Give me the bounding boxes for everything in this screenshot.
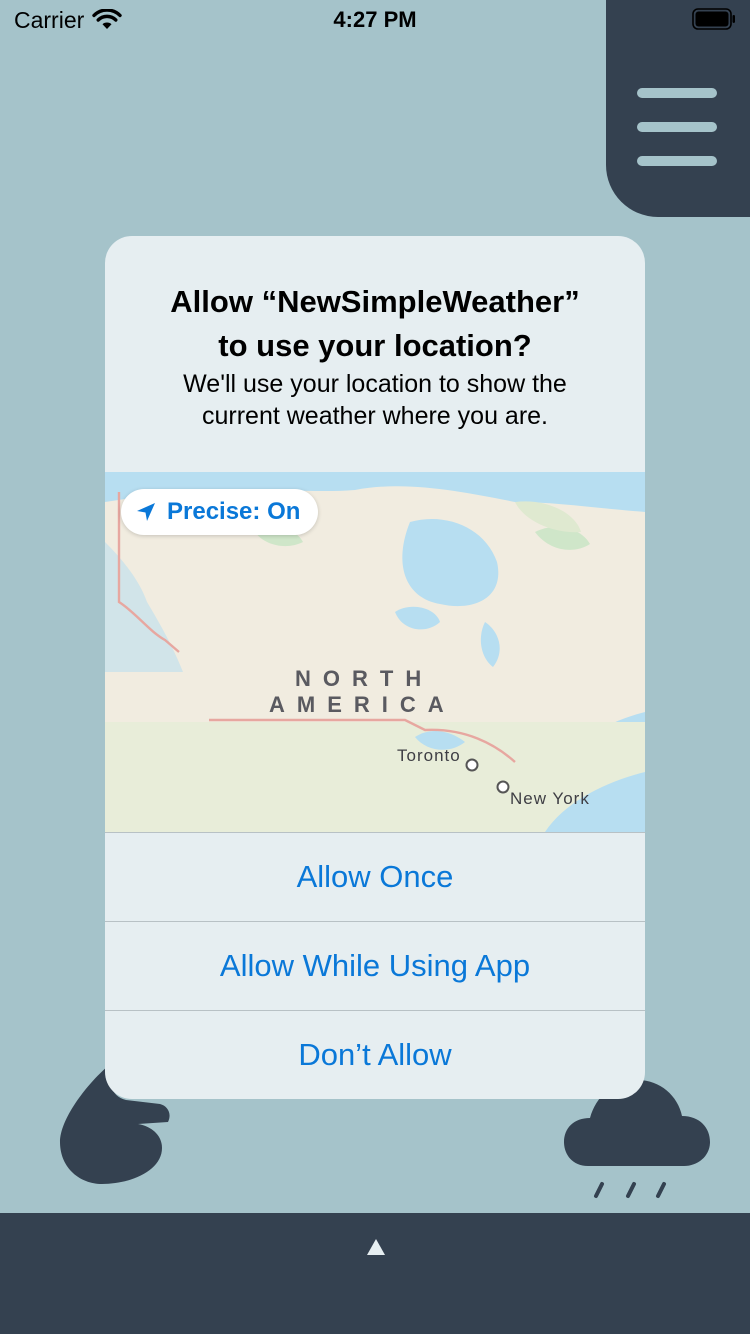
location-map: Precise: On NORTH AMERICA Toronto New Yo…	[105, 472, 645, 832]
map-city-label: New York	[510, 789, 590, 808]
battery-icon	[692, 8, 736, 30]
alert-title: Allow “NewSimpleWeather” to use your loc…	[170, 284, 580, 363]
allow-once-button[interactable]: Allow Once	[105, 832, 645, 921]
alert-message: We'll use your location to show the curr…	[183, 370, 567, 430]
map-region-label: NORTH	[295, 666, 434, 691]
location-permission-alert: Allow “NewSimpleWeather” to use your loc…	[105, 236, 645, 1099]
allow-while-using-app-button[interactable]: Allow While Using App	[105, 921, 645, 1010]
hamburger-line	[637, 156, 717, 166]
hamburger-line	[637, 88, 717, 98]
alert-actions: Allow Once Allow While Using App Don’t A…	[105, 832, 645, 1099]
status-bar: Carrier 4:27 PM	[0, 0, 750, 40]
hamburger-icon[interactable]	[637, 88, 717, 166]
hamburger-line	[637, 122, 717, 132]
precise-label: Precise: On	[167, 498, 301, 525]
dont-allow-button[interactable]: Don’t Allow	[105, 1010, 645, 1099]
map-city-label: Toronto	[397, 746, 461, 765]
precise-location-toggle[interactable]: Precise: On	[121, 489, 319, 535]
up-arrow-icon[interactable]	[365, 1236, 387, 1258]
status-time: 4:27 PM	[333, 7, 417, 32]
map-region-label: AMERICA	[269, 692, 456, 717]
bottom-bar	[0, 1213, 750, 1334]
location-arrow-icon	[137, 503, 155, 521]
